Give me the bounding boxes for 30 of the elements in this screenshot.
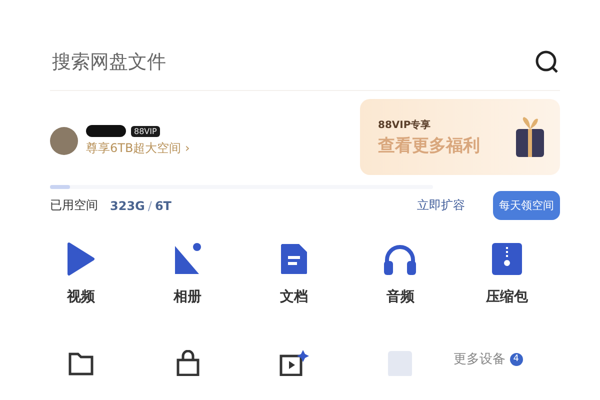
headphones-icon (382, 242, 418, 276)
category-label[interactable]: 音频 (386, 288, 414, 306)
more-devices-link[interactable]: 更多设备 (454, 350, 506, 368)
search-field[interactable]: 搜索网盘文件 (50, 50, 354, 74)
image-icon (172, 242, 203, 276)
used-space: 323G (110, 198, 145, 212)
daily-space-button[interactable]: 每天领空间 (493, 191, 560, 220)
total-space: 6T (154, 198, 172, 212)
category-label[interactable]: 文档 (280, 288, 308, 306)
promo-headline: 查看更多福利 (378, 134, 480, 156)
promo-banner[interactable]: 88VIP专享 查看更多福利 (360, 99, 560, 175)
video-sparkle-icon (278, 350, 309, 376)
device-count-badge: 4 (510, 352, 523, 366)
play-icon (67, 242, 96, 276)
folder-icon (68, 350, 94, 376)
vip-badge: 88VIP (131, 126, 160, 136)
document-icon (278, 242, 309, 276)
search-bar[interactable]: 搜索网盘文件 (50, 42, 560, 91)
promo-tag: 88VIP专享 (378, 118, 480, 132)
category-label[interactable]: 压缩包 (486, 288, 528, 306)
category-label[interactable]: 视频 (67, 288, 96, 306)
bag-icon (174, 350, 201, 376)
redacted-name (86, 125, 126, 137)
zip-icon (490, 242, 523, 276)
slash-divider: / (148, 198, 152, 212)
avatar[interactable] (50, 127, 78, 155)
expand-link[interactable]: 立即扩容 (417, 197, 465, 214)
category-label[interactable]: 相册 (174, 288, 202, 306)
storage-label: 已用空间 (50, 197, 98, 214)
search-icon[interactable] (534, 49, 560, 75)
